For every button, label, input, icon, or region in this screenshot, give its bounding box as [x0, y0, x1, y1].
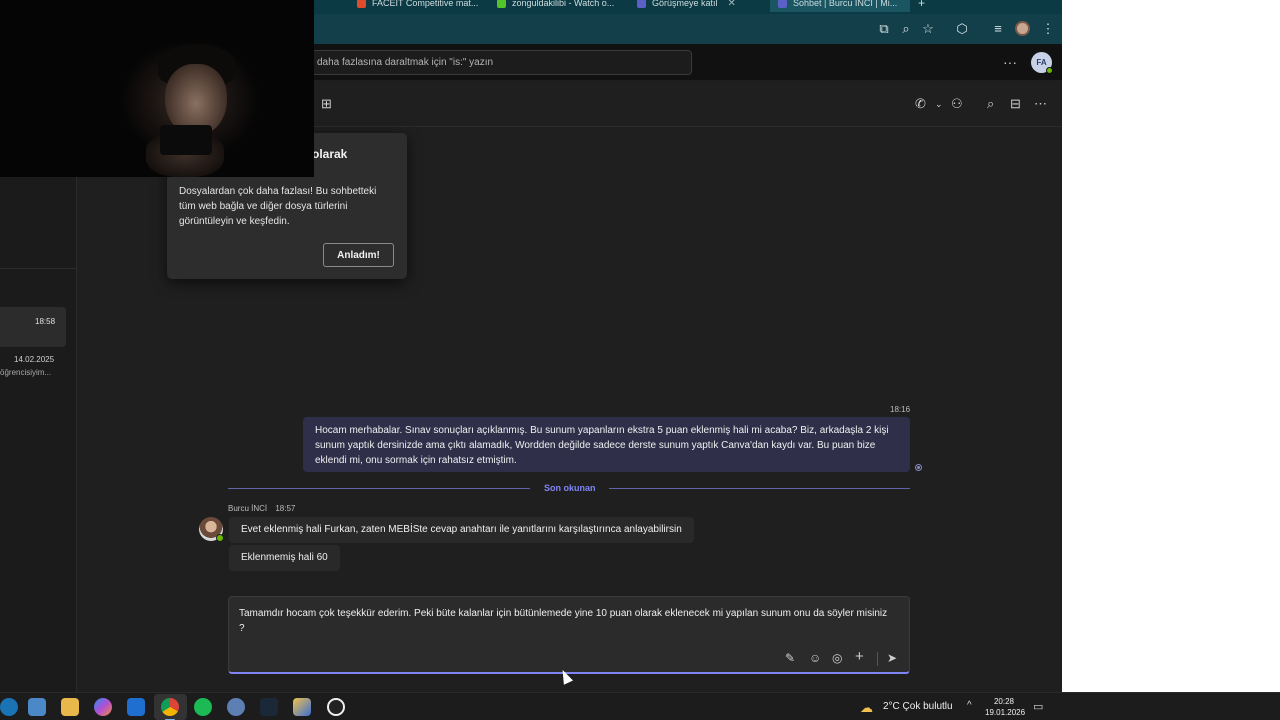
weather-label[interactable]: 2°C Çok bulutlu: [883, 701, 953, 712]
bookmark-star-icon[interactable]: ☆: [920, 21, 936, 37]
media-queue-icon[interactable]: ≡: [990, 21, 1006, 37]
popout-chat-icon[interactable]: ⊟: [1010, 96, 1021, 112]
last-read-divider: Son okunan: [228, 482, 910, 494]
faceit-favicon-icon: [357, 0, 366, 8]
presence-available-icon: [216, 534, 224, 542]
divider-line: [228, 488, 530, 489]
send-icon[interactable]: ➤: [887, 651, 897, 665]
clock-time: 20:28: [993, 697, 1015, 706]
message-composer[interactable]: Tamamdır hocam çok teşekkür ederim. Peki…: [228, 596, 910, 674]
more-options-icon[interactable]: ···: [1003, 54, 1017, 70]
my-message-bubble[interactable]: Hocam merhabalar. Sınav sonuçları açıkla…: [303, 417, 910, 472]
seen-eye-icon: [915, 464, 922, 471]
incoming-message-bubble[interactable]: Evet eklenmiş hali Furkan, zaten MEBİSte…: [229, 517, 694, 543]
extensions-icon[interactable]: ⬡: [954, 21, 970, 37]
call-icon[interactable]: ✆: [915, 96, 926, 112]
got-it-button[interactable]: Anladım!: [323, 243, 394, 267]
chat-item-preview[interactable]: öğrencisiyim...: [0, 368, 51, 377]
more-icon[interactable]: ⋯: [1034, 96, 1047, 112]
chat-list-item-selected[interactable]: [0, 307, 66, 347]
tooltip-body: Dosyalardan çok daha fazlası! Bu sohbett…: [179, 186, 377, 227]
tab-label: zonguldakilibi - Watch o...: [512, 0, 615, 8]
copilot-icon[interactable]: [94, 698, 112, 716]
tab-label: Görüşmeye katıl: [652, 0, 718, 8]
search-placeholder: daha fazlasına daraltmak için "is:" yazı…: [317, 57, 494, 68]
tab-label: FACEIT Competitive mat...: [372, 0, 479, 8]
watch-favicon-icon: [497, 0, 506, 8]
format-icon[interactable]: ✎: [785, 651, 795, 665]
browser-menu-icon[interactable]: ⋮: [1040, 21, 1056, 37]
last-read-label: Son okunan: [544, 483, 596, 493]
tab-close-icon[interactable]: ✕: [728, 0, 736, 9]
edge-icon[interactable]: [0, 698, 18, 716]
search-icon[interactable]: ⌕: [987, 96, 994, 112]
composer-input[interactable]: Tamamdır hocam çok teşekkür ederim. Peki…: [239, 606, 889, 636]
chrome-icon[interactable]: [161, 698, 179, 720]
user-avatar[interactable]: FA: [1031, 52, 1053, 74]
user-initials: FA: [1036, 58, 1047, 67]
obs-record-icon[interactable]: [327, 698, 345, 716]
notification-center-icon[interactable]: ▭: [1033, 700, 1043, 713]
search-input[interactable]: daha fazlasına daraltmak için "is:" yazı…: [300, 50, 692, 75]
app-circle-icon[interactable]: [227, 698, 245, 716]
webcam-phone: [160, 125, 212, 155]
tab-faceit[interactable]: FACEIT Competitive mat... ✕: [357, 0, 482, 12]
add-tab-icon[interactable]: ⊞: [321, 96, 332, 112]
spotify-icon[interactable]: [194, 698, 212, 716]
sender-avatar[interactable]: [199, 517, 224, 542]
clock-date: 19.01.2026: [985, 708, 1026, 717]
message-sender: Burcu İNCİ 18:57: [228, 504, 295, 513]
teams-favicon-icon: [778, 0, 787, 8]
incoming-message-bubble[interactable]: Eklenmemiş hali 60: [229, 545, 340, 571]
list-divider: [0, 268, 76, 269]
chat-item-date: 14.02.2025: [14, 355, 55, 364]
teams-favicon-icon: [637, 0, 646, 8]
emoji-icon[interactable]: ☺: [809, 651, 821, 665]
new-tab-button[interactable]: +: [918, 0, 925, 12]
store-icon[interactable]: [28, 698, 46, 716]
add-people-icon[interactable]: ⚇: [951, 96, 963, 112]
tab-chat-active[interactable]: Sohbet | Burcu İNCİ | Mi...: [770, 0, 910, 12]
file-explorer-icon[interactable]: [61, 698, 79, 716]
tab-label: Sohbet | Burcu İNCİ | Mi...: [793, 0, 898, 8]
composer-separator: [877, 652, 878, 666]
windows-taskbar: ☁ 2°C Çok bulutlu ^ 20:28 19.01.2026 ▭: [0, 692, 1280, 720]
attach-plus-icon[interactable]: +: [855, 648, 864, 665]
browser-window: FACEIT Competitive mat... ✕ zonguldakili…: [0, 0, 1062, 692]
tray-overflow-icon[interactable]: ^: [967, 700, 972, 711]
sender-name: Burcu İNCİ: [228, 504, 268, 513]
webcam-overlay: [0, 0, 314, 177]
install-app-icon[interactable]: ⧉: [876, 21, 892, 37]
chat-item-time: 18:58: [35, 317, 56, 326]
tooltip-title: olarak: [312, 147, 348, 161]
weather-cloud-icon[interactable]: ☁: [860, 700, 873, 716]
message-time: 18:16: [890, 405, 911, 414]
mail-icon[interactable]: [127, 698, 145, 716]
tab-meeting[interactable]: Görüşmeye katıl ✕: [637, 0, 762, 12]
loop-component-icon[interactable]: ◎: [832, 651, 842, 665]
tab-zonguldak[interactable]: zonguldakilibi - Watch o... ✕: [497, 0, 622, 12]
divider-line: [609, 488, 910, 489]
desktop-background: [1062, 0, 1280, 692]
sender-time: 18:57: [275, 504, 296, 513]
steam-icon[interactable]: [260, 698, 278, 716]
taskbar-clock[interactable]: 20:28 19.01.2026: [985, 696, 1026, 718]
chevron-down-icon[interactable]: ⌄: [935, 99, 943, 110]
presence-available-icon: [1046, 67, 1053, 74]
browser-profile-avatar[interactable]: [1015, 21, 1030, 36]
app-pencil-icon[interactable]: [293, 698, 311, 716]
zoom-icon[interactable]: ⌕: [898, 21, 914, 37]
